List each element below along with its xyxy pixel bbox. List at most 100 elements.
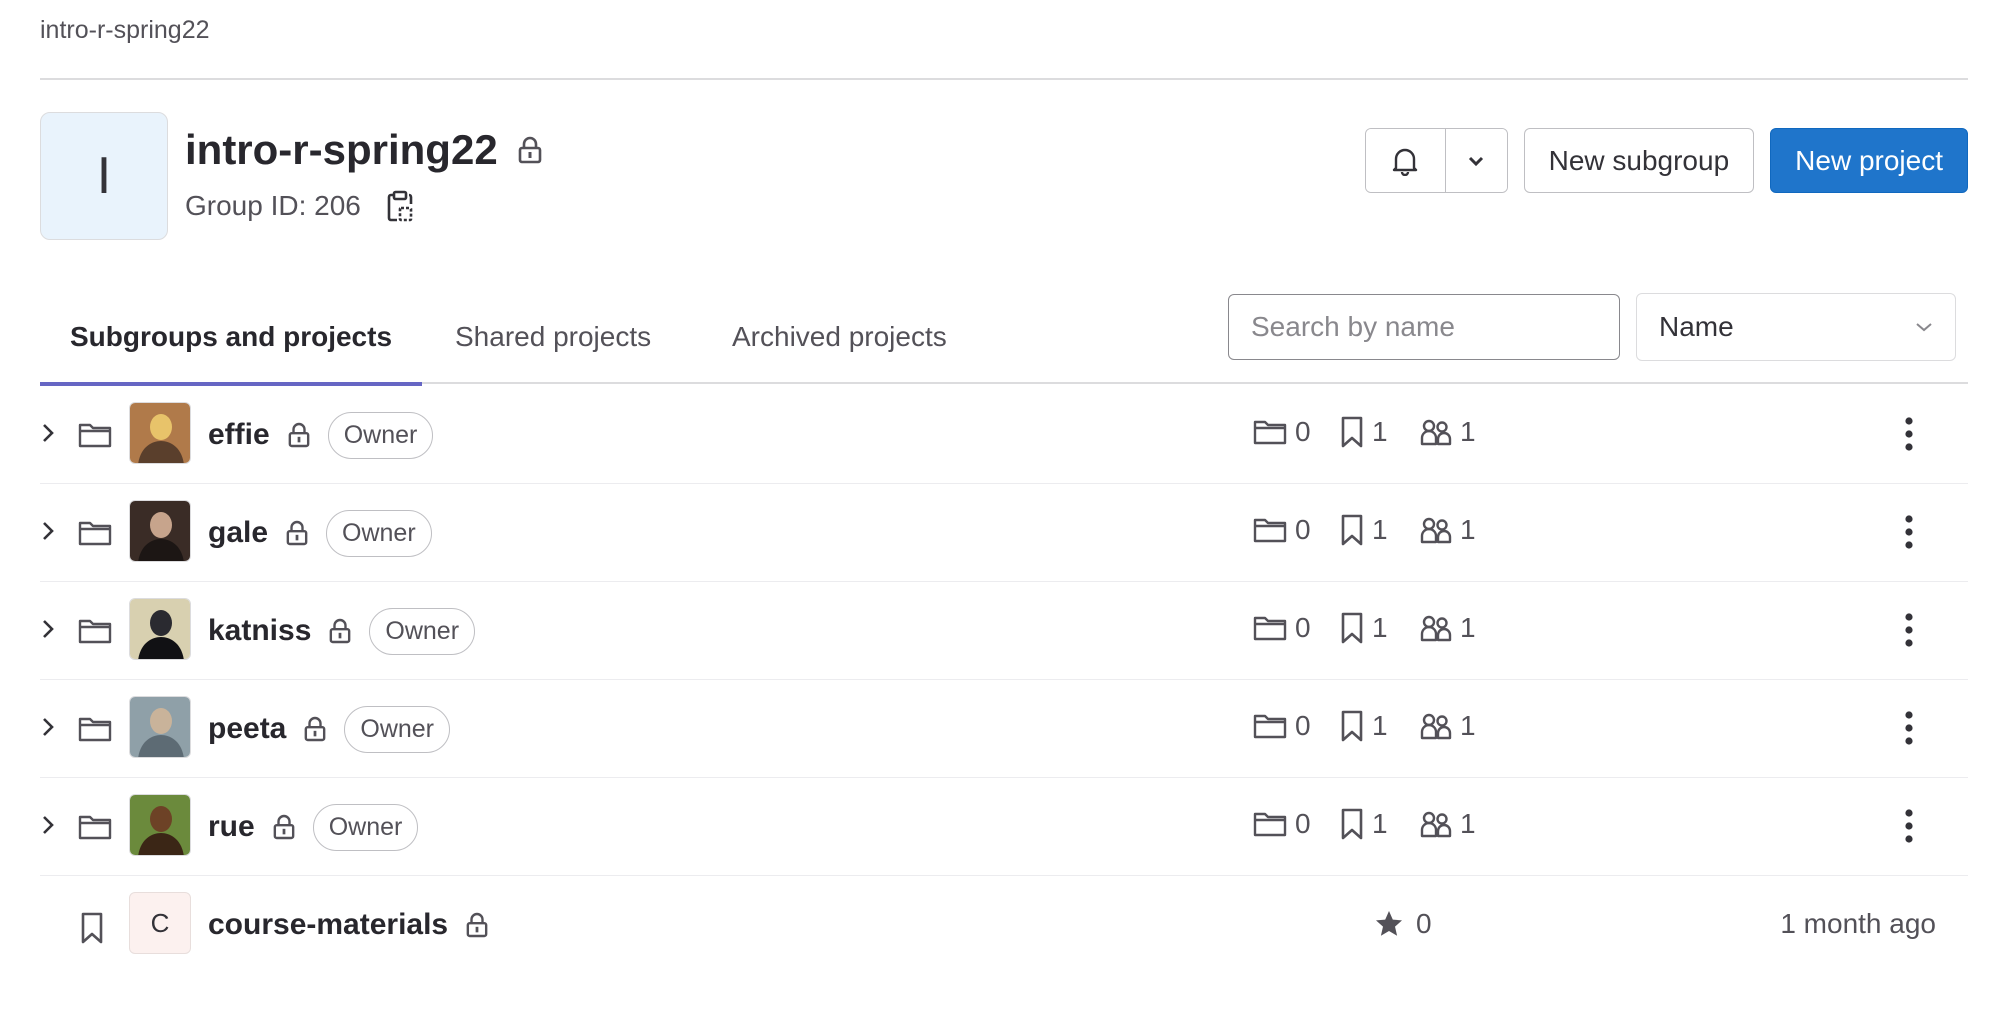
subgroups-count-value: 0 — [1295, 710, 1311, 741]
role-badge: Owner — [312, 803, 419, 851]
tab-shared-projects[interactable]: Shared projects — [425, 290, 681, 384]
users-icon — [1420, 810, 1452, 838]
lock-icon — [304, 716, 326, 742]
subgroup-name[interactable]: peeta — [208, 712, 286, 746]
chevron-right-icon[interactable] — [40, 518, 56, 544]
folder-icon — [78, 814, 112, 840]
search-input[interactable] — [1228, 294, 1620, 360]
chevron-right-icon[interactable] — [40, 616, 56, 642]
subgroup-row[interactable]: rue Owner 0 1 1 — [40, 778, 1968, 876]
group-id-row: Group ID: 206 — [185, 190, 413, 222]
subgroup-row[interactable]: gale Owner 0 1 1 — [40, 484, 1968, 582]
role-badge: Owner — [344, 705, 451, 753]
projects-count-value: 1 — [1372, 514, 1388, 545]
bookmark-icon — [1340, 416, 1364, 448]
folder-icon — [78, 716, 112, 742]
tab-subgroups-and-projects[interactable]: Subgroups and projects — [40, 290, 423, 386]
subgroup-avatar[interactable] — [129, 402, 191, 464]
bookmark-icon — [80, 912, 104, 944]
subgroup-row[interactable]: peeta Owner 0 1 1 — [40, 680, 1968, 778]
members-count-value: 1 — [1460, 612, 1476, 643]
folder-icon — [1253, 713, 1287, 739]
tab-archived-projects[interactable]: Archived projects — [702, 290, 977, 384]
members-count-value: 1 — [1460, 710, 1476, 741]
more-actions-icon[interactable] — [1904, 808, 1914, 844]
subgroup-name[interactable]: gale — [208, 516, 268, 550]
subgroups-count-value: 0 — [1295, 808, 1311, 839]
members-count: 1 — [1420, 514, 1476, 546]
chevron-right-icon[interactable] — [40, 420, 56, 446]
projects-count-value: 1 — [1372, 416, 1388, 447]
project-stars-count: 0 — [1416, 908, 1432, 939]
projects-count-value: 1 — [1372, 808, 1388, 839]
more-actions-icon[interactable] — [1904, 514, 1914, 550]
subgroup-name-wrap: peeta Owner — [208, 680, 451, 778]
projects-count: 1 — [1340, 416, 1388, 448]
subgroups-count: 0 — [1253, 710, 1311, 742]
bookmark-icon — [1340, 710, 1364, 742]
folder-icon — [1253, 419, 1287, 445]
folder-icon — [78, 520, 112, 546]
more-actions-icon[interactable] — [1904, 710, 1914, 746]
group-avatar: I — [40, 112, 168, 240]
bookmark-icon — [1340, 514, 1364, 546]
subgroup-avatar[interactable] — [129, 500, 191, 562]
project-row[interactable]: C course-materials 0 1 month ago — [40, 876, 1968, 974]
subgroups-count: 0 — [1253, 416, 1311, 448]
subgroups-count: 0 — [1253, 514, 1311, 546]
sort-dropdown[interactable]: Name — [1636, 293, 1956, 361]
subgroup-name-wrap: effie Owner — [208, 386, 434, 484]
role-badge: Owner — [369, 607, 476, 655]
project-stars[interactable]: 0 — [1374, 908, 1432, 940]
subgroups-count-value: 0 — [1295, 514, 1311, 545]
chevron-right-icon[interactable] — [40, 812, 56, 838]
project-avatar[interactable]: C — [129, 892, 191, 954]
subgroup-avatar[interactable] — [129, 598, 191, 660]
subgroup-name[interactable]: katniss — [208, 614, 311, 648]
chevron-right-icon[interactable] — [40, 714, 56, 740]
members-count: 1 — [1420, 710, 1476, 742]
project-name[interactable]: course-materials — [208, 908, 448, 942]
subgroup-name[interactable]: effie — [208, 418, 270, 452]
star-icon — [1374, 909, 1404, 939]
notification-options-button[interactable] — [1444, 129, 1507, 192]
subgroup-avatar[interactable] — [129, 794, 191, 856]
projects-count-value: 1 — [1372, 710, 1388, 741]
role-badge: Owner — [326, 509, 432, 557]
lock-icon — [466, 912, 488, 938]
subgroups-count-value: 0 — [1295, 612, 1311, 643]
bookmark-icon — [1340, 808, 1364, 840]
subgroup-name-wrap: katniss Owner — [208, 582, 476, 680]
users-icon — [1420, 418, 1452, 446]
subgroup-avatar[interactable] — [129, 696, 191, 758]
notification-button[interactable] — [1365, 129, 1445, 192]
subgroups-count: 0 — [1253, 808, 1311, 840]
project-updated: 1 month ago — [1780, 908, 1936, 939]
projects-count-value: 1 — [1372, 612, 1388, 643]
members-count-value: 1 — [1460, 514, 1476, 545]
subgroup-row[interactable]: katniss Owner 0 1 1 — [40, 582, 1968, 680]
lock-icon — [329, 618, 351, 644]
new-subgroup-button[interactable]: New subgroup — [1523, 128, 1755, 193]
more-actions-icon[interactable] — [1904, 416, 1914, 452]
group-page: intro-r-spring22 I intro-r-spring22 Grou… — [0, 0, 1996, 1024]
members-count-value: 1 — [1460, 416, 1476, 447]
folder-icon — [1253, 517, 1287, 543]
subgroups-count-value: 0 — [1295, 416, 1311, 447]
subgroup-name[interactable]: rue — [208, 810, 255, 844]
project-name-wrap: course-materials — [208, 876, 488, 974]
subgroups-list: effie Owner 0 1 1 gale Owner 0 1 1 katni… — [40, 386, 1968, 974]
breadcrumb[interactable]: intro-r-spring22 — [40, 16, 210, 45]
lock-icon — [288, 422, 310, 448]
projects-count: 1 — [1340, 612, 1388, 644]
more-actions-icon[interactable] — [1904, 612, 1914, 648]
new-project-button[interactable]: New project — [1770, 128, 1968, 193]
members-count: 1 — [1420, 808, 1476, 840]
subgroup-row[interactable]: effie Owner 0 1 1 — [40, 386, 1968, 484]
projects-count: 1 — [1340, 808, 1388, 840]
members-count: 1 — [1420, 612, 1476, 644]
group-name: intro-r-spring22 — [185, 126, 498, 173]
copy-clipboard-icon[interactable] — [387, 190, 413, 222]
users-icon — [1420, 614, 1452, 642]
group-title-row: intro-r-spring22 — [185, 126, 542, 174]
